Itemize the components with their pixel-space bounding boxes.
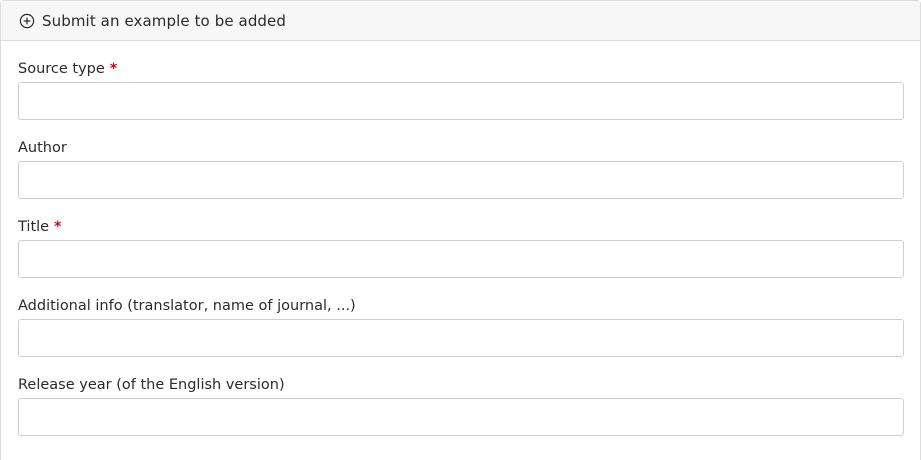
field-additional-info: Additional info (translator, name of jou…: [18, 297, 904, 357]
author-input[interactable]: [18, 161, 904, 199]
title-input[interactable]: [18, 240, 904, 278]
required-indicator: *: [54, 219, 62, 235]
submit-example-form: Source type * Author Title * Additional …: [1, 60, 920, 436]
source-type-input[interactable]: [18, 82, 904, 120]
required-indicator: *: [109, 61, 118, 77]
submit-example-toggle[interactable]: Submit an example to be added: [1, 1, 920, 41]
source-type-label: Source type: [18, 61, 105, 77]
additional-info-input[interactable]: [18, 319, 904, 357]
additional-info-label: Additional info (translator, name of jou…: [18, 298, 356, 314]
plus-circle-icon: [19, 13, 35, 29]
field-author: Author: [18, 139, 904, 199]
release-year-label: Release year (of the English version): [18, 377, 285, 393]
release-year-input[interactable]: [18, 398, 904, 436]
submit-example-panel: Submit an example to be added Source typ…: [0, 0, 921, 460]
field-title: Title *: [18, 218, 904, 278]
submit-example-label: Submit an example to be added: [42, 11, 287, 30]
field-release-year: Release year (of the English version): [18, 376, 904, 436]
title-label: Title: [18, 219, 50, 235]
author-label: Author: [18, 140, 67, 156]
field-source-type: Source type *: [18, 60, 904, 120]
